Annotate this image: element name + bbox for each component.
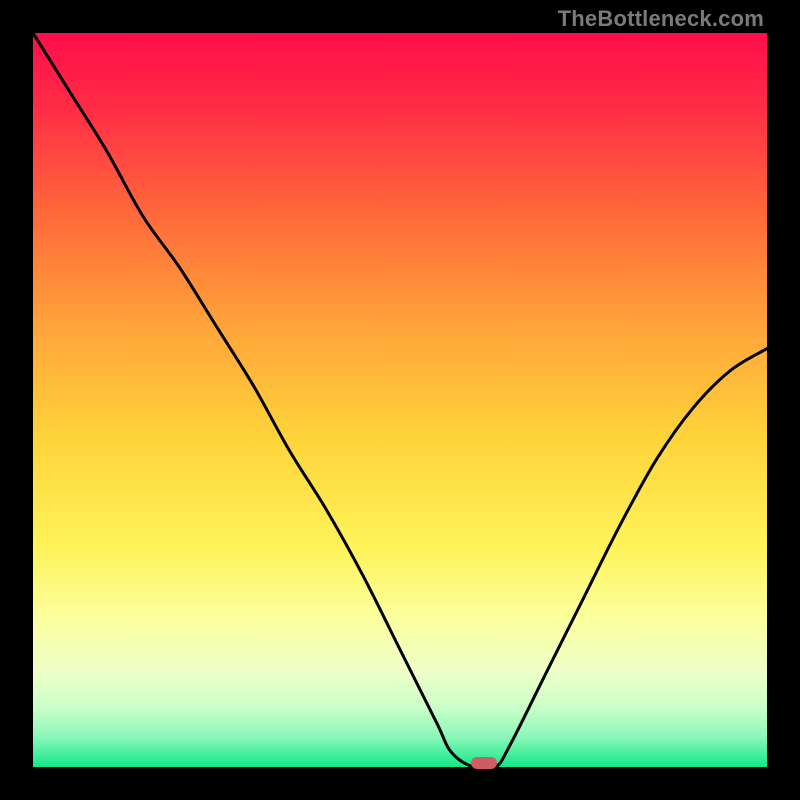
optimal-marker [471, 757, 497, 769]
plot-area [33, 33, 767, 767]
watermark-text: TheBottleneck.com [558, 6, 764, 32]
bottleneck-curve [33, 33, 767, 767]
bottleneck-chart: TheBottleneck.com [0, 0, 800, 800]
